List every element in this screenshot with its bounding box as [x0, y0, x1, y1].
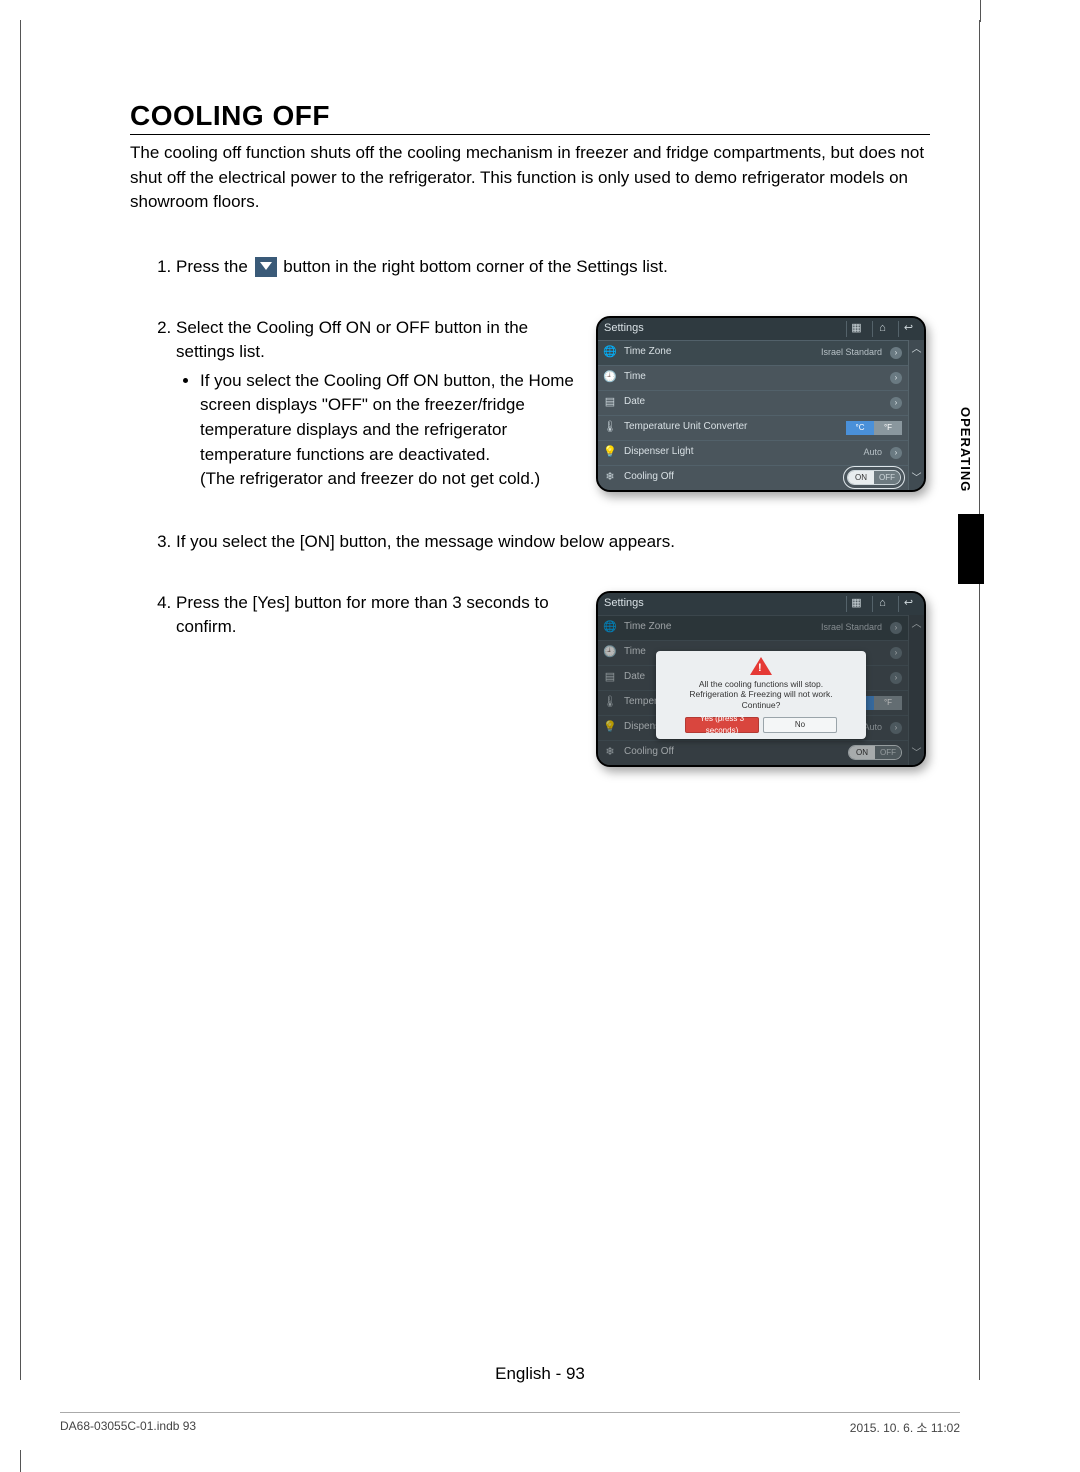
- step-3: If you select the [ON] button, the messa…: [176, 530, 930, 555]
- row-time-zone[interactable]: 🌐 Time Zone Israel Standard ›: [598, 340, 908, 365]
- crop-mark: [980, 0, 981, 22]
- row-dispenser-light[interactable]: 💡 Dispenser Light Auto ›: [598, 440, 908, 465]
- chevron-right-icon: ›: [890, 722, 902, 734]
- globe-icon: 🌐: [602, 620, 618, 636]
- section-tab-label: OPERATING: [958, 407, 973, 507]
- warning-icon: [750, 657, 772, 675]
- crop-mark: [20, 1450, 21, 1472]
- settings-title: Settings: [604, 321, 840, 337]
- no-button[interactable]: No: [763, 717, 837, 733]
- clock-icon: 🕘: [602, 645, 618, 661]
- settings-title: Settings: [604, 596, 840, 612]
- chevron-up-icon[interactable]: ︿: [912, 343, 922, 358]
- page-number: English - 93: [0, 1364, 1080, 1384]
- globe-icon: 🌐: [602, 345, 618, 361]
- settings-screenshot-1: Settings ▦ ⌂ ↩ 🌐 Time Zone Israel Standa…: [596, 316, 926, 492]
- chevron-down-icon: ﹀: [912, 747, 922, 762]
- row-cooling-off: ❄ Cooling Off ON OFF: [598, 740, 908, 765]
- yes-button[interactable]: Yes (press 3 seconds): [685, 717, 759, 733]
- step-3-text: If you select the [ON] button, the messa…: [176, 532, 675, 551]
- step-1-text-a: Press the: [176, 257, 253, 276]
- chevron-down-icon[interactable]: ﹀: [912, 472, 922, 487]
- back-icon[interactable]: ↩: [898, 596, 918, 612]
- snowflake-icon: ❄: [602, 745, 618, 761]
- step-2-note: (The refrigerator and freezer do not get…: [200, 469, 540, 488]
- scrollbar[interactable]: ︿ ﹀: [908, 340, 924, 490]
- dialog-message: All the cooling functions will stop. Ref…: [662, 679, 860, 711]
- chevron-up-icon: ︿: [912, 618, 922, 633]
- unit-toggle[interactable]: °C °F: [846, 421, 902, 435]
- intro-paragraph: The cooling off function shuts off the c…: [130, 141, 930, 215]
- step-2-bullet: If you select the Cooling Off ON button,…: [200, 369, 586, 492]
- step-1-text-b: button in the right bottom corner of the…: [283, 257, 668, 276]
- row-time-zone: 🌐 Time Zone Israel Standard ›: [598, 615, 908, 640]
- chevron-right-icon: ›: [890, 347, 902, 359]
- section-tab: OPERATING: [958, 407, 988, 597]
- step-2-text: Select the Cooling Off ON or OFF button …: [176, 318, 528, 362]
- page-title: COOLING OFF: [130, 100, 930, 135]
- confirm-dialog: All the cooling functions will stop. Ref…: [656, 651, 866, 739]
- scroll-down-icon[interactable]: [255, 257, 277, 277]
- row-time[interactable]: 🕘 Time ›: [598, 365, 908, 390]
- calendar-icon: ▤: [602, 395, 618, 411]
- cooling-off-toggle[interactable]: ON OFF: [847, 470, 901, 485]
- step-4: Press the [Yes] button for more than 3 s…: [176, 591, 930, 767]
- back-icon[interactable]: ↩: [898, 321, 918, 337]
- bulb-icon: 💡: [602, 720, 618, 736]
- settings-header: Settings ▦ ⌂ ↩: [598, 593, 924, 615]
- thermometer-icon: 🌡: [602, 420, 618, 436]
- row-temp-unit[interactable]: 🌡 Temperature Unit Converter °C °F: [598, 415, 908, 440]
- thermometer-icon: 🌡: [602, 695, 618, 711]
- chevron-right-icon: ›: [890, 672, 902, 684]
- step-1: Press the button in the right bottom cor…: [176, 255, 930, 280]
- step-4-text: Press the [Yes] button for more than 3 s…: [176, 593, 549, 637]
- footer-timestamp: 2015. 10. 6. 소 11:02: [850, 1419, 960, 1436]
- chevron-right-icon: ›: [890, 447, 902, 459]
- calendar-icon: ▤: [602, 670, 618, 686]
- chevron-right-icon: ›: [890, 622, 902, 634]
- chevron-right-icon: ›: [890, 397, 902, 409]
- apps-icon[interactable]: ▦: [846, 321, 866, 337]
- home-icon[interactable]: ⌂: [872, 321, 892, 337]
- clock-icon: 🕘: [602, 370, 618, 386]
- thumb-index-mark: [958, 514, 984, 584]
- footer-file: DA68-03055C-01.indb 93: [60, 1419, 196, 1436]
- bulb-icon: 💡: [602, 445, 618, 461]
- settings-header: Settings ▦ ⌂ ↩: [598, 318, 924, 340]
- home-icon[interactable]: ⌂: [872, 596, 892, 612]
- cooling-off-toggle: ON OFF: [848, 745, 902, 760]
- page-content: COOLING OFF The cooling off function shu…: [130, 100, 930, 803]
- snowflake-icon: ❄: [602, 470, 618, 486]
- scrollbar: ︿ ﹀: [908, 615, 924, 765]
- instruction-list: Press the button in the right bottom cor…: [130, 255, 930, 767]
- apps-icon[interactable]: ▦: [846, 596, 866, 612]
- row-date[interactable]: ▤ Date ›: [598, 390, 908, 415]
- chevron-right-icon: ›: [890, 647, 902, 659]
- print-footer: DA68-03055C-01.indb 93 2015. 10. 6. 소 1…: [60, 1412, 960, 1436]
- chevron-right-icon: ›: [890, 372, 902, 384]
- step-2: Select the Cooling Off ON or OFF button …: [176, 316, 930, 494]
- settings-screenshot-2: Settings ▦ ⌂ ↩ 🌐 Time Zone Israel Standa…: [596, 591, 926, 767]
- row-cooling-off[interactable]: ❄ Cooling Off ON OFF: [598, 465, 908, 490]
